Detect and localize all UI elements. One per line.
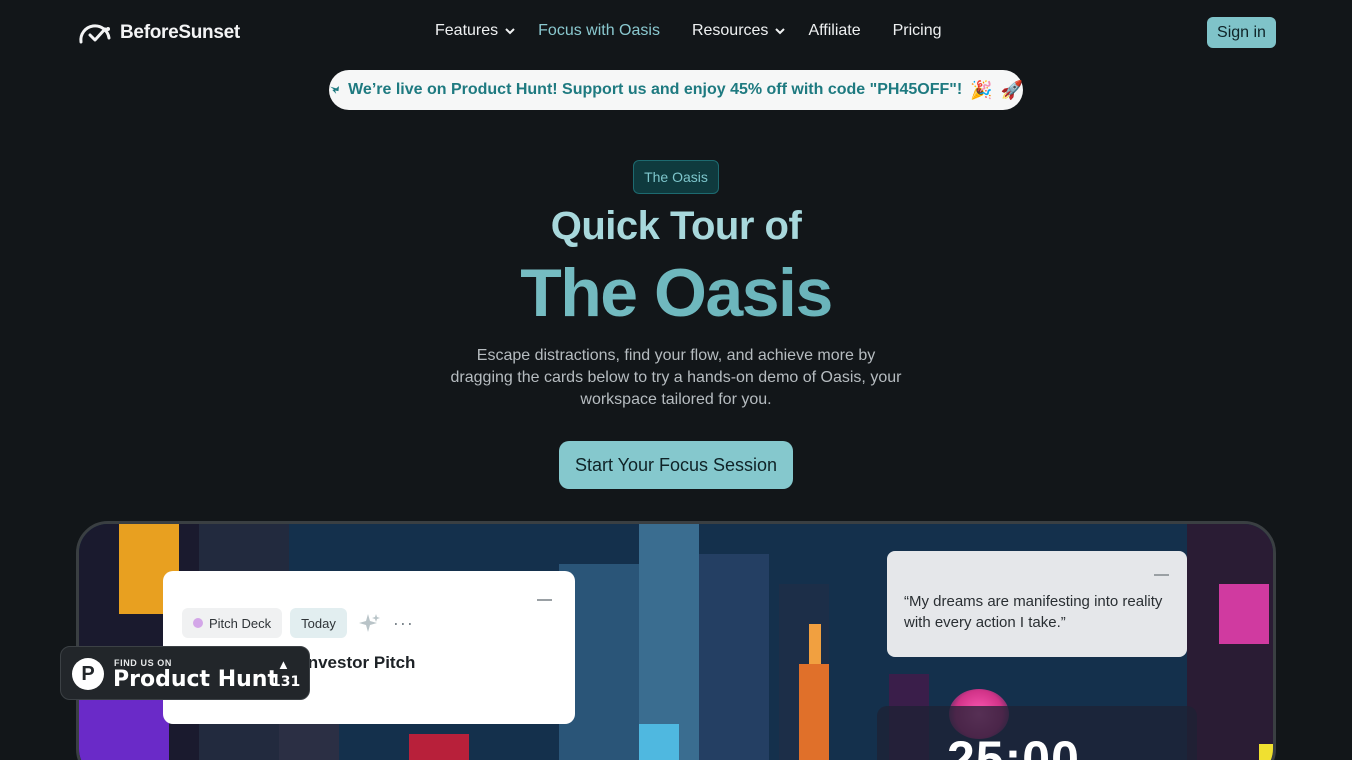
nav-item-pricing[interactable]: Pricing (893, 22, 942, 40)
badge-big-text: Product Hunt (113, 667, 278, 692)
nav-item-features[interactable]: Features (435, 22, 516, 40)
nav-item-focus-with-oasis-label: Focus with Oasis (538, 22, 660, 39)
nav-item-affiliate-label: Affiliate (808, 22, 861, 39)
product-hunt-logo-icon: P (72, 658, 104, 690)
product-hunt-banner[interactable]: We’re live on Product Hunt! Support us a… (329, 70, 1023, 110)
more-options-icon[interactable]: ··· (393, 613, 414, 634)
logo[interactable]: BeforeSunset (78, 20, 240, 46)
nav-item-affiliate[interactable]: Affiliate (808, 22, 860, 40)
party-popper-icon: 🎉 (970, 79, 993, 100)
rocket-icon: 🚀 (1000, 79, 1023, 100)
sign-in-button[interactable]: Sign in (1207, 17, 1276, 48)
banner-text: We’re live on Product Hunt! Support us a… (348, 81, 963, 98)
chevron-down-icon (505, 28, 515, 35)
sparkle-icon[interactable] (358, 612, 381, 634)
nav-links: Features Focus with Oasis Resources Affi… (435, 22, 942, 40)
nav-item-features-label: Features (435, 22, 499, 39)
upvote-count: 131 (271, 674, 301, 690)
nav-item-resources-label: Resources (691, 22, 769, 39)
hero-description: Escape distractions, find your flow, and… (450, 347, 902, 408)
section-pill: The Oasis (633, 160, 719, 194)
product-hunt-logo-letter: P (81, 663, 95, 685)
project-tag-label: Pitch Deck (209, 615, 272, 631)
upvote-arrow-icon: ▲ (277, 657, 290, 672)
task-title: Investor Pitch (303, 653, 416, 672)
focus-timer-card[interactable]: 25:00 (877, 706, 1197, 760)
affirmation-card[interactable]: “My dreams are manifesting into reality … (887, 551, 1187, 657)
start-focus-session-button[interactable]: Start Your Focus Session (559, 441, 793, 489)
hero-title: The Oasis (0, 254, 1352, 332)
product-hunt-cat-icon (330, 86, 339, 94)
hero-subtitle: Quick Tour of (550, 204, 802, 248)
logo-text: BeforeSunset (120, 22, 240, 43)
nav-item-focus-with-oasis[interactable]: Focus with Oasis (538, 22, 660, 40)
logo-gauge-icon (79, 24, 111, 44)
timer-display: 25:00 (947, 731, 1080, 760)
minimize-icon[interactable] (537, 599, 552, 601)
project-tag[interactable]: Pitch Deck (182, 608, 283, 638)
affirmation-text: “My dreams are manifesting into reality … (904, 593, 1163, 631)
task-tags: Pitch Deck Today ··· (182, 608, 414, 638)
minimize-icon[interactable] (1154, 574, 1169, 576)
nav-item-resources[interactable]: Resources (692, 22, 786, 40)
oasis-demo-showcase: Pitch Deck Today ··· Investor Pitch “My … (76, 521, 1276, 760)
date-tag[interactable]: Today (290, 608, 347, 638)
chevron-down-icon (775, 28, 786, 35)
product-hunt-badge[interactable]: P FIND US ON Product Hunt ▲ 131 (60, 646, 310, 700)
top-navigation: BeforeSunset Features Focus with Oasis R… (0, 0, 1352, 66)
nav-item-pricing-label: Pricing (892, 22, 942, 39)
project-color-dot (193, 618, 203, 628)
